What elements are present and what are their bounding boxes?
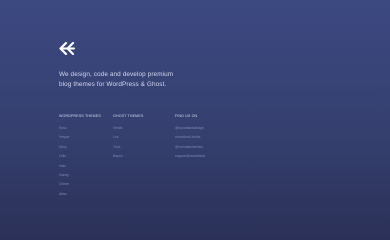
brand-logo-icon[interactable] — [59, 42, 75, 55]
footer-link-vestal[interactable]: Vestal — [113, 126, 143, 135]
footer-link-chime[interactable]: Chime — [59, 182, 101, 191]
footer-link-lux[interactable]: Lux — [113, 135, 143, 144]
wordpress-themes-column: WordPress Themes Nuvo Vesper Nimy Odin H… — [59, 113, 101, 201]
ghost-themes-list: Vestal Lux Trios Bayon — [113, 126, 143, 164]
footer-link-nimy[interactable]: Nimy — [59, 145, 101, 154]
tagline-line-2: blog themes for WordPress & Ghost. — [59, 81, 167, 88]
social-link-1[interactable]: @novoblankdesign — [175, 126, 205, 135]
footer-link-atlas[interactable]: Atlas — [59, 192, 101, 201]
footer-link-vesper[interactable]: Vesper — [59, 135, 101, 144]
find-us-list: @novoblankdesign novoblank-builds @novob… — [175, 126, 205, 164]
footer-link-gandy[interactable]: Gandy — [59, 173, 101, 182]
wordpress-themes-heading: WordPress Themes — [59, 114, 101, 118]
find-us-heading: Find us on — [175, 114, 198, 118]
ghost-themes-column: Ghost Themes Vestal Lux Trios Bayon — [113, 113, 143, 164]
ghost-themes-heading: Ghost Themes — [113, 114, 144, 118]
social-link-4[interactable]: support@novoblank — [175, 154, 205, 163]
tagline: We design, code and develop premium blog… — [59, 70, 199, 90]
tagline-line-1: We design, code and develop premium — [59, 71, 174, 78]
footer-link-bayon[interactable]: Bayon — [113, 154, 143, 163]
wordpress-themes-list: Nuvo Vesper Nimy Odin Halo Gandy Chime A… — [59, 126, 101, 201]
social-link-2[interactable]: novoblank-builds — [175, 135, 205, 144]
footer-link-halo[interactable]: Halo — [59, 164, 101, 173]
social-link-3[interactable]: @novoblanktemes — [175, 145, 205, 154]
find-us-column: Find us on @novoblankdesign novoblank-bu… — [175, 113, 205, 164]
footer-link-nuvo[interactable]: Nuvo — [59, 126, 101, 135]
footer-link-trios[interactable]: Trios — [113, 145, 143, 154]
footer-link-odin[interactable]: Odin — [59, 154, 101, 163]
